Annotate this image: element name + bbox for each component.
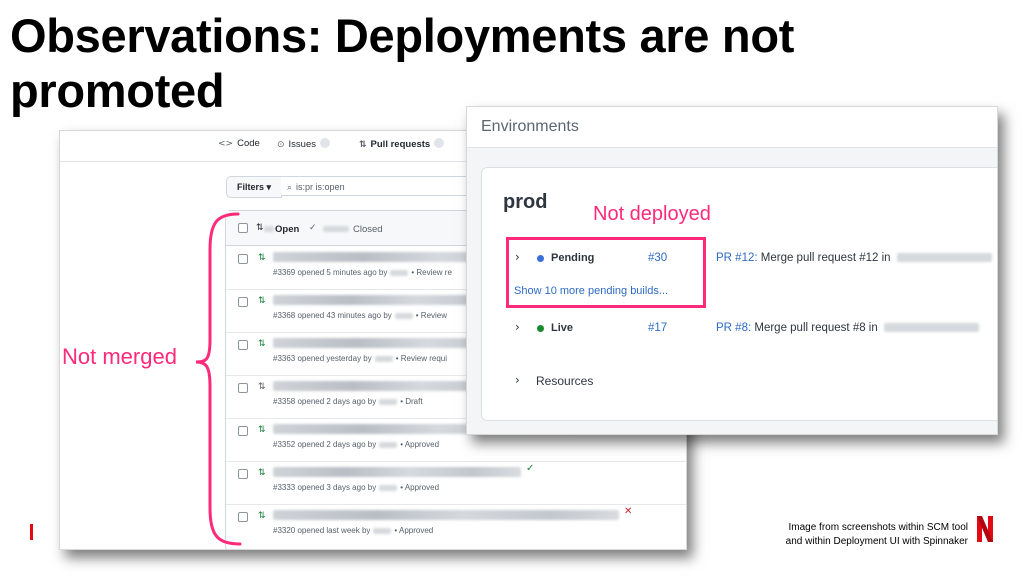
not-deployed-annotation: Not deployed xyxy=(593,203,711,225)
live-pr-summary: PR #8: Merge pull request #8 in xyxy=(716,322,979,334)
issue-icon: ⊙ xyxy=(277,140,285,150)
image-credit-footnote: Image from screenshots within SCM tool a… xyxy=(785,522,968,547)
code-icon: <> xyxy=(218,139,234,149)
environments-title: Environments xyxy=(481,118,579,135)
pr-meta: #3320 opened last week by • Approved xyxy=(273,526,434,535)
pr-meta: #3333 opened 3 days ago by • Approved xyxy=(273,483,440,492)
environment-card: prod Not deployed › Pending #30 PR #12: … xyxy=(481,167,997,421)
live-status-dot xyxy=(537,325,544,332)
open-pr-icon: ⇅ xyxy=(258,339,266,349)
filters-button[interactable]: Filters ▾ xyxy=(226,176,282,198)
tab-code[interactable]: <> Code xyxy=(218,138,260,149)
check-failed-icon[interactable]: ✕ xyxy=(624,506,632,517)
closed-filter-link[interactable]: Closed xyxy=(353,224,383,235)
pr-title-redacted[interactable] xyxy=(273,467,521,477)
live-build-link[interactable]: #17 xyxy=(648,322,667,334)
expand-resources-chevron-icon[interactable]: › xyxy=(515,373,520,387)
environment-name: prod xyxy=(503,191,548,213)
pending-status-dot xyxy=(537,255,544,262)
expand-pending-chevron-icon[interactable]: › xyxy=(515,250,520,264)
pending-highlight-box xyxy=(506,237,706,308)
tab-issues[interactable]: ⊙ Issues xyxy=(277,138,331,150)
curly-brace-annotation xyxy=(195,212,242,546)
slide-title: Observations: Deployments are not promot… xyxy=(10,9,795,117)
live-label: Live xyxy=(551,322,574,334)
check-passed-icon[interactable]: ✓ xyxy=(526,463,534,474)
slide-accent-mark xyxy=(30,524,33,540)
pull-request-icon: ⇅ xyxy=(359,140,367,150)
pr-row[interactable]: ⇅ ✓ #3333 opened 3 days ago by • Approved xyxy=(226,461,686,505)
environments-header: Environments xyxy=(467,107,997,148)
pending-pr-summary: PR #12: Merge pull request #12 in xyxy=(716,252,992,264)
pr-title-redacted[interactable] xyxy=(273,510,619,520)
open-pr-icon: ⇅ xyxy=(258,253,266,263)
live-pr-link[interactable]: PR #8: xyxy=(716,322,751,334)
issue-count-badge xyxy=(320,138,331,148)
open-pr-icon: ⇅ xyxy=(258,425,266,435)
pending-build-link[interactable]: #30 xyxy=(648,252,667,264)
pr-meta: #3363 opened yesterday by • Review requi xyxy=(273,354,448,363)
pr-meta: #3352 opened 2 days ago by • Approved xyxy=(273,440,440,449)
resources-label[interactable]: Resources xyxy=(536,374,593,388)
open-pr-icon: ⇅ xyxy=(256,223,264,233)
open-pr-icon: ⇅ xyxy=(258,296,266,306)
open-pr-icon: ⇅ xyxy=(258,511,266,521)
pr-count-badge xyxy=(434,138,445,148)
pr-meta: #3369 opened 5 minutes ago by • Review re xyxy=(273,268,452,277)
pr-row[interactable]: ⇅ ✕ #3320 opened last week by • Approved xyxy=(226,504,686,547)
open-filter-link[interactable]: Open xyxy=(275,224,299,235)
open-pr-icon: ⇅ xyxy=(258,468,266,478)
draft-pr-icon: ⇅ xyxy=(258,382,266,392)
check-icon: ✓ xyxy=(309,223,317,233)
spinnaker-screenshot: Environments prod Not deployed › Pending… xyxy=(466,106,998,435)
tab-pull-requests[interactable]: ⇅ Pull requests xyxy=(359,138,445,150)
not-merged-annotation: Not merged xyxy=(62,344,177,369)
search-icon: ⌕ xyxy=(287,183,293,193)
pending-label: Pending xyxy=(551,252,595,264)
pending-pr-link[interactable]: PR #12: xyxy=(716,252,758,264)
pr-meta: #3358 opened 2 days ago by • Draft xyxy=(273,397,423,406)
show-more-pending-builds-link[interactable]: Show 10 more pending builds... xyxy=(514,285,668,297)
pr-meta: #3368 opened 43 minutes ago by • Review xyxy=(273,311,448,320)
netflix-logo-icon xyxy=(977,516,993,542)
expand-live-chevron-icon[interactable]: › xyxy=(515,320,520,334)
